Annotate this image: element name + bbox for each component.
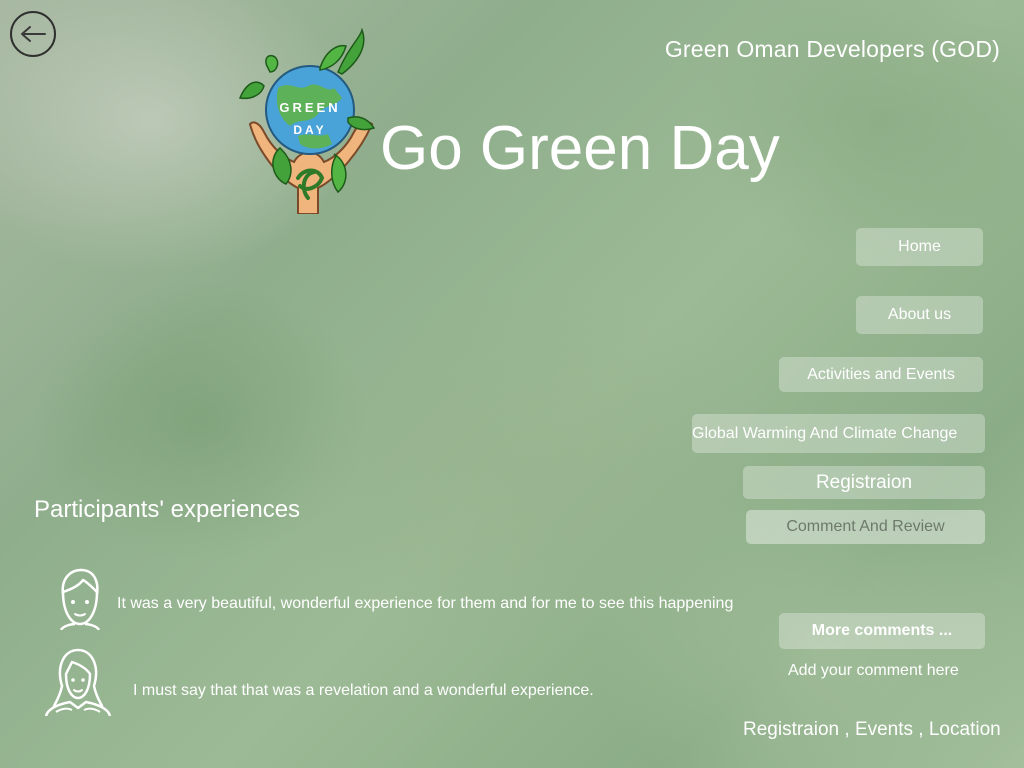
comment-text: It was a very beautiful, wonderful exper…	[117, 595, 734, 612]
nav-activities-button[interactable]: Activities and Events	[779, 357, 983, 392]
more-comments-button[interactable]: More comments ...	[779, 613, 985, 649]
nav-comment-review-button[interactable]: Comment And Review	[746, 510, 985, 544]
section-title-experiences: Participants' experiences	[34, 496, 301, 523]
nav-global-warming-button[interactable]: Global Warming And Climate Change	[692, 414, 985, 453]
nav-about-button[interactable]: About us	[856, 296, 983, 334]
female-avatar-icon	[44, 648, 112, 716]
footer-links[interactable]: Registraion , Events , Location	[743, 719, 1001, 741]
comment-text: I must say that that was a revelation an…	[133, 682, 594, 699]
male-avatar-icon	[59, 568, 101, 630]
back-button[interactable]	[10, 11, 56, 57]
logo-text-day: DAY	[293, 123, 326, 137]
page-title: Go Green Day	[380, 114, 780, 183]
back-arrow-icon	[21, 26, 46, 42]
add-comment-link[interactable]: Add your comment here	[788, 662, 959, 680]
nav-home-button[interactable]: Home	[856, 228, 983, 266]
go-green-day-logo: GREEN DAY	[238, 28, 376, 214]
org-name: Green Oman Developers (GOD)	[664, 36, 1000, 62]
nav-registration-button[interactable]: Registraion	[743, 466, 985, 499]
logo-text-green: GREEN	[279, 100, 340, 115]
